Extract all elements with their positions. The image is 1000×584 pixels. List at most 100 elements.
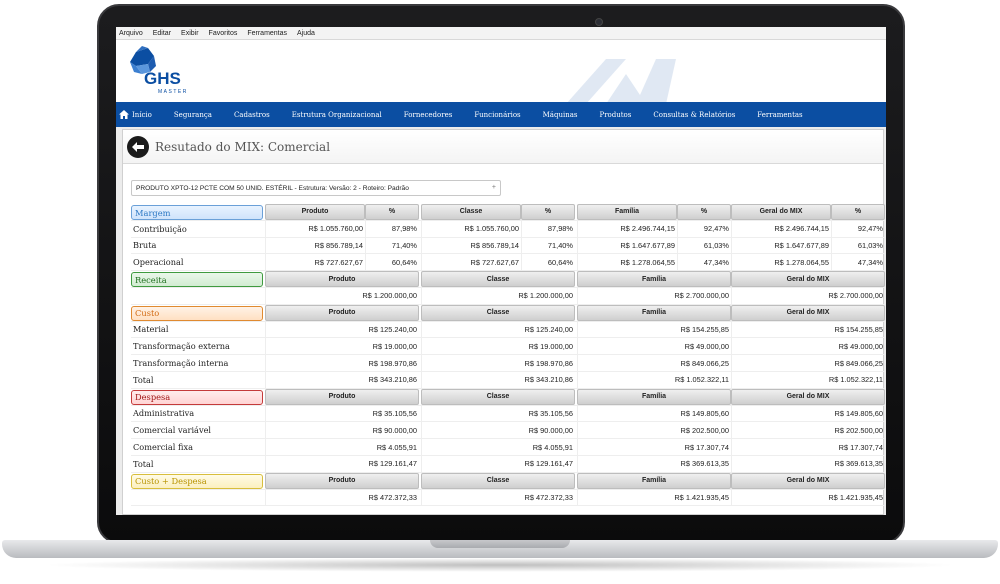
header-produto: Produto <box>265 388 419 405</box>
value-cell: R$ 19.000,00 <box>265 338 419 355</box>
value-cell: R$ 154.255,85 <box>577 321 731 338</box>
nav-seguranca[interactable]: Segurança <box>163 111 223 119</box>
product-selector[interactable]: PRODUTO XPTO-12 PCTE COM 50 UNID. ESTÉRI… <box>131 180 501 196</box>
row-label: Bruta <box>133 240 157 251</box>
value-cell: R$ 343.210,86 <box>421 371 575 388</box>
nav-estrutura-organizacional[interactable]: Estrutura Organizacional <box>281 111 393 119</box>
row-label: Total <box>133 374 154 385</box>
value-cell: R$ 49.000,00 <box>577 338 731 355</box>
value-cell: R$ 1.052.322,11 <box>577 371 731 388</box>
main-nav: Início Segurança Cadastros Estrutura Org… <box>116 102 886 127</box>
menu-favoritos[interactable]: Favoritos <box>209 30 238 37</box>
table-row: Comercial variável R$ 90.000,00 R$ 90.00… <box>131 422 885 440</box>
home-icon <box>119 110 129 119</box>
app-screen: Arquivo Editar Exibir Favoritos Ferramen… <box>116 27 886 515</box>
nav-maquinas[interactable]: Máquinas <box>532 111 589 119</box>
svg-text:MASTER: MASTER <box>158 89 188 95</box>
nav-ferramentas[interactable]: Ferramentas <box>746 111 813 119</box>
value-cell: R$ 1.055.760,00 <box>265 220 365 237</box>
ghs-logo[interactable]: GHS MASTER <box>122 44 202 98</box>
value-cell: R$ 129.161,47 <box>421 455 575 472</box>
value-cell: R$ 4.055,91 <box>421 439 575 455</box>
header-familia: Família <box>577 472 731 489</box>
value-cell: R$ 90.000,00 <box>265 422 419 439</box>
value-cell: 92,47% <box>831 220 885 237</box>
value-cell: 60,64% <box>521 254 575 271</box>
nav-consultas-relatorios[interactable]: Consultas & Relatórios <box>642 111 746 119</box>
row-label: Comercial fixa <box>133 442 193 453</box>
value-cell: R$ 198.970,86 <box>421 355 575 371</box>
laptop-base-notch <box>430 540 570 548</box>
result-panel: Resutado do MIX: Comercial PRODUTO XPTO-… <box>122 129 885 515</box>
table-row: Despesa Produto Classe Família Geral do … <box>131 388 885 406</box>
value-cell: 60,64% <box>365 254 419 271</box>
table-row: R$ 1.200.000,00 R$ 1.200.000,00 R$ 2.700… <box>131 287 885 305</box>
value-cell: R$ 2.496.744,15 <box>577 220 677 237</box>
value-cell: R$ 1.200.000,00 <box>421 287 575 304</box>
value-cell: R$ 202.500,00 <box>577 422 731 439</box>
svg-text:GHS: GHS <box>144 69 181 88</box>
value-cell: R$ 1.647.677,89 <box>731 237 831 254</box>
value-cell: R$ 472.372,33 <box>265 489 419 506</box>
value-cell: 87,98% <box>365 220 419 237</box>
value-cell: R$ 1.052.322,11 <box>731 371 885 388</box>
value-cell: R$ 49.000,00 <box>731 338 885 355</box>
menu-ferramentas[interactable]: Ferramentas <box>247 30 287 37</box>
header-pct: % <box>831 204 885 220</box>
table-row: Contribuição R$ 1.055.760,00 87,98% R$ 1… <box>131 220 885 238</box>
value-cell: R$ 2.700.000,00 <box>577 287 731 304</box>
header-pct: % <box>677 204 731 220</box>
value-cell: 71,40% <box>521 237 575 254</box>
back-button[interactable] <box>127 135 149 158</box>
value-cell: R$ 125.240,00 <box>421 321 575 338</box>
header-produto: Produto <box>265 271 419 287</box>
header-classe: Classe <box>421 472 575 489</box>
menu-arquivo[interactable]: Arquivo <box>119 30 143 37</box>
header-produto: Produto <box>265 204 365 220</box>
table-row: Administrativa R$ 35.105,56 R$ 35.105,56… <box>131 405 885 423</box>
mix-table: Margem Produto % Classe % Família % Gera… <box>131 204 885 507</box>
value-cell: R$ 727.627,67 <box>421 254 521 271</box>
header-classe: Classe <box>421 304 575 321</box>
laptop-shadow <box>40 558 960 572</box>
product-selector-value: PRODUTO XPTO-12 PCTE COM 50 UNID. ESTÉRI… <box>136 184 409 192</box>
table-row: Comercial fixa R$ 4.055,91 R$ 4.055,91 R… <box>131 439 885 456</box>
header-familia: Família <box>577 204 677 220</box>
expand-icon[interactable]: + <box>492 184 496 191</box>
value-cell: 61,03% <box>831 237 885 254</box>
page-title: Resutado do MIX: Comercial <box>155 139 331 154</box>
menu-ajuda[interactable]: Ajuda <box>297 30 315 37</box>
header-classe: Classe <box>421 204 521 220</box>
nav-cadastros[interactable]: Cadastros <box>223 111 281 119</box>
camera <box>595 18 603 26</box>
value-cell: R$ 4.055,91 <box>265 439 419 455</box>
value-cell: R$ 472.372,33 <box>421 489 575 506</box>
nav-produtos[interactable]: Produtos <box>588 111 642 119</box>
header-classe: Classe <box>421 271 575 287</box>
menu-exibir[interactable]: Exibir <box>181 30 199 37</box>
value-cell: R$ 1.421.935,45 <box>731 489 885 506</box>
menu-editar[interactable]: Editar <box>153 30 171 37</box>
table-row: Receita Produto Classe Família Geral do … <box>131 271 885 288</box>
value-cell: R$ 369.613,35 <box>731 455 885 472</box>
row-label: Material <box>133 324 169 335</box>
value-cell: 47,34% <box>831 254 885 271</box>
value-cell: R$ 856.789,14 <box>421 237 521 254</box>
nav-home[interactable]: Início <box>116 110 163 119</box>
header-pct: % <box>365 204 419 220</box>
value-cell: R$ 727.627,67 <box>265 254 365 271</box>
table-row: Operacional R$ 727.627,67 60,64% R$ 727.… <box>131 254 885 272</box>
nav-funcionarios[interactable]: Funcionários <box>463 111 531 119</box>
value-cell: R$ 369.613,35 <box>577 455 731 472</box>
title-bar: Resutado do MIX: Comercial <box>123 130 883 164</box>
nav-fornecedores[interactable]: Fornecedores <box>393 111 464 119</box>
section-receita: Receita <box>131 272 263 288</box>
content-area: Resutado do MIX: Comercial PRODUTO XPTO-… <box>116 127 886 515</box>
table-row: Bruta R$ 856.789,14 71,40% R$ 856.789,14… <box>131 237 885 255</box>
row-label: Transformação interna <box>133 358 229 369</box>
section-margem: Margem <box>131 205 263 220</box>
app-header: GHS MASTER <box>116 40 886 104</box>
table-row: Transformação externa R$ 19.000,00 R$ 19… <box>131 338 885 356</box>
value-cell: 47,34% <box>677 254 731 271</box>
header-geral: Geral do MIX <box>731 304 885 321</box>
